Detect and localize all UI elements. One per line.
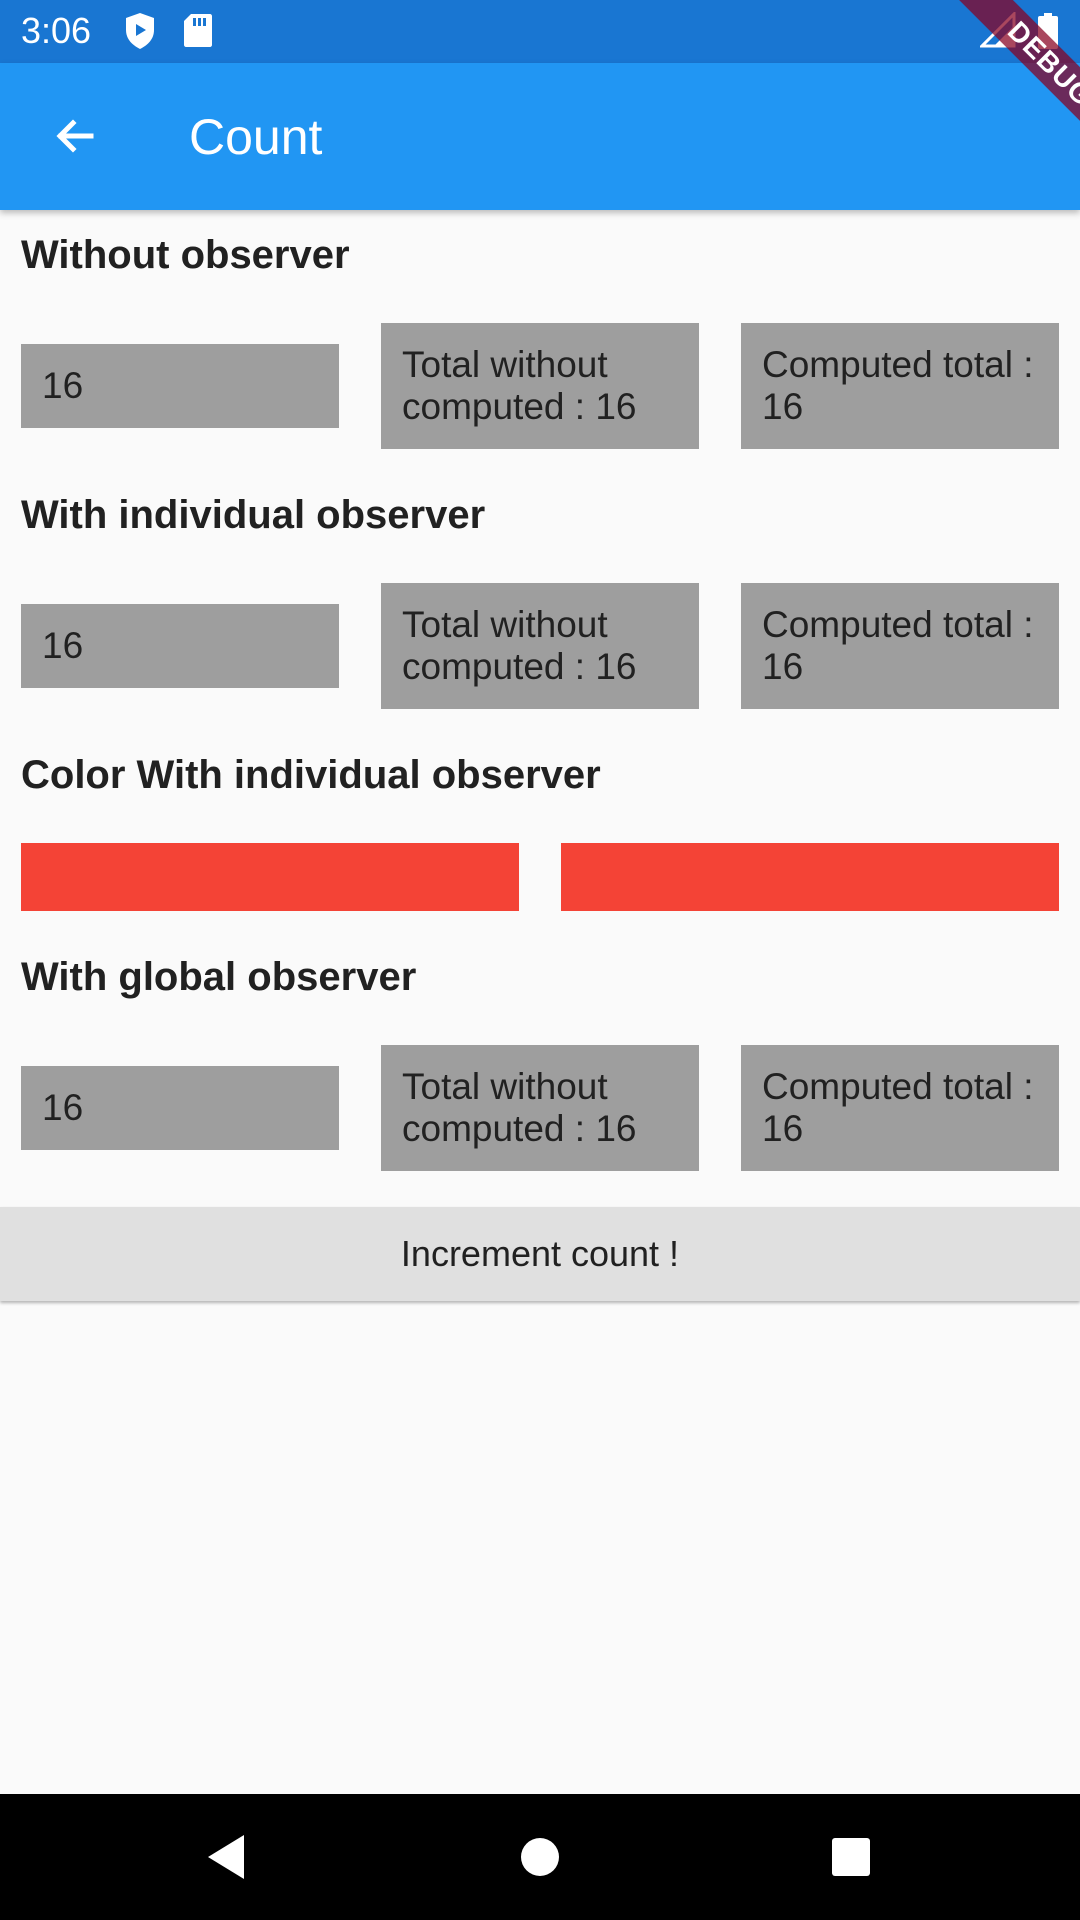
debug-banner: DEBUG [910, 0, 1080, 170]
section-title-color-individual-observer: Color With individual observer [21, 753, 601, 797]
back-triangle-icon [208, 1835, 244, 1879]
sd-card-icon [183, 12, 213, 53]
color-bar-right [561, 843, 1059, 911]
system-nav-bar [0, 1794, 1080, 1920]
count-value-box: 16 [21, 1066, 339, 1150]
count-value-box: 16 [21, 344, 339, 428]
count-value-box: 16 [21, 604, 339, 688]
section-title-without-observer: Without observer [21, 233, 350, 277]
increment-count-label: Increment count ! [400, 1233, 680, 1274]
nav-recents-button[interactable] [818, 1824, 884, 1890]
recents-square-icon [832, 1838, 870, 1876]
nav-home-button[interactable] [507, 1824, 573, 1890]
home-circle-icon [521, 1838, 559, 1876]
color-bar-left [21, 843, 519, 911]
section-title-individual-observer: With individual observer [21, 493, 486, 537]
shield-icon [124, 12, 156, 55]
total-without-computed-box: Total without computed : 16 [381, 1045, 699, 1171]
total-without-computed-box: Total without computed : 16 [381, 323, 699, 449]
nav-back-button[interactable] [193, 1824, 259, 1890]
section-title-global-observer: With global observer [21, 955, 417, 999]
computed-total-box: Computed total : 16 [741, 583, 1059, 709]
back-button[interactable] [30, 91, 120, 181]
increment-count-button[interactable]: Increment count ! [0, 1207, 1080, 1301]
page-title: Count [189, 109, 323, 165]
total-without-computed-box: Total without computed : 16 [381, 583, 699, 709]
debug-ribbon-label: DEBUG [951, 0, 1080, 163]
computed-total-box: Computed total : 16 [741, 323, 1059, 449]
computed-total-box: Computed total : 16 [741, 1045, 1059, 1171]
status-time: 3:06 [21, 10, 92, 51]
arrow-back-icon [56, 119, 94, 153]
